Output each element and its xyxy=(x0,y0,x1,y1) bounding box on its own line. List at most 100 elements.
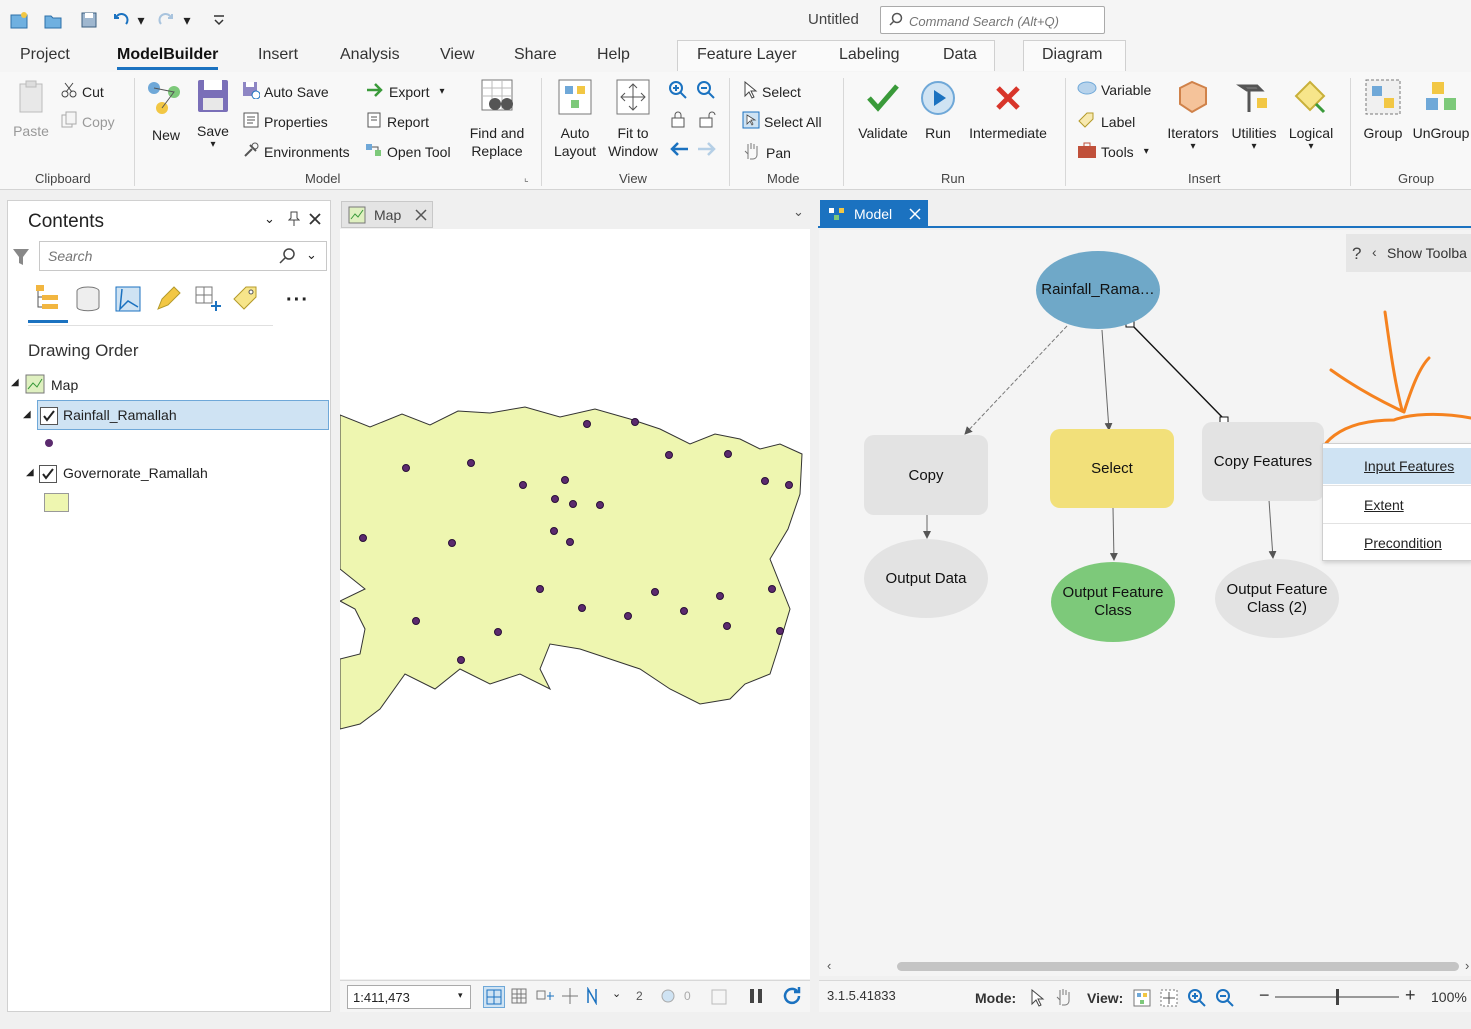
undo-icon[interactable] xyxy=(110,9,132,31)
model-tab[interactable]: Model xyxy=(820,200,928,228)
run-button[interactable]: Run xyxy=(916,80,960,142)
tab-insert[interactable]: Insert xyxy=(258,46,298,64)
labeling-tag-icon[interactable] xyxy=(232,285,260,316)
map-label[interactable]: Map xyxy=(51,377,78,393)
map-tab[interactable]: Map xyxy=(341,201,433,228)
model-canvas[interactable]: ? ‹ Show Toolba Rainfall_Rama… Copy Sele… xyxy=(819,230,1471,958)
tab-project[interactable]: Project xyxy=(20,46,70,64)
logical-dropdown-icon[interactable]: ▾ xyxy=(1284,142,1338,152)
tools-dropdown-icon[interactable]: ▾ xyxy=(1144,146,1149,157)
select-all-button[interactable]: Select All xyxy=(742,111,822,132)
input-variable-node[interactable]: Rainfall_Rama… xyxy=(1036,251,1160,329)
ungroup-button[interactable]: UnGroup xyxy=(1410,78,1471,142)
logical-button[interactable]: Logical ▾ xyxy=(1284,78,1338,152)
contents-search[interactable]: ⌄ xyxy=(39,241,327,271)
scroll-right-icon[interactable]: › xyxy=(1465,958,1469,973)
close-icon[interactable] xyxy=(308,212,322,229)
search-dropdown-icon[interactable]: ⌄ xyxy=(306,247,317,263)
export-button[interactable]: Export ▾ xyxy=(365,81,445,102)
open-tool-button[interactable]: Open Tool xyxy=(365,141,451,162)
save-model-button[interactable]: Save ▾ xyxy=(195,78,231,150)
tools-button[interactable]: Tools ▾ xyxy=(1077,141,1149,162)
pane-options-dropdown-icon[interactable]: ⌄ xyxy=(264,211,275,227)
north-arrow-icon[interactable] xyxy=(584,986,604,1008)
select-mode-icon[interactable] xyxy=(1029,988,1045,1010)
properties-button[interactable]: Properties xyxy=(242,111,328,132)
back-arrow-icon[interactable] xyxy=(668,140,690,161)
utilities-dropdown-icon[interactable]: ▾ xyxy=(1226,142,1282,152)
copy-button[interactable]: Copy xyxy=(60,111,115,132)
zoom-in-icon[interactable] xyxy=(668,80,688,103)
data-source-icon[interactable] xyxy=(74,285,102,316)
forward-arrow-icon[interactable] xyxy=(696,140,718,161)
scale-select[interactable]: 1:411,473 ▾ xyxy=(347,985,471,1009)
open-project-icon[interactable] xyxy=(42,9,64,31)
tab-labeling[interactable]: Labeling xyxy=(839,46,900,64)
validate-button[interactable]: Validate xyxy=(853,80,913,142)
pin-icon[interactable] xyxy=(287,211,301,230)
output-feature-class-2-node[interactable]: Output Feature Class (2) xyxy=(1215,559,1339,638)
polygon-symbol[interactable] xyxy=(44,493,69,512)
output-feature-class-node[interactable]: Output Feature Class xyxy=(1051,562,1175,642)
refresh-icon[interactable] xyxy=(781,985,803,1010)
editing-pencil-icon[interactable] xyxy=(154,285,182,316)
select-mode-button[interactable]: Select xyxy=(742,80,801,102)
tab-view[interactable]: View xyxy=(440,46,474,64)
group-button[interactable]: Group xyxy=(1360,78,1406,142)
tab-feature-layer[interactable]: Feature Layer xyxy=(697,46,797,64)
new-project-icon[interactable] xyxy=(8,9,30,31)
copy-tool-node[interactable]: Copy xyxy=(864,435,988,515)
new-model-button[interactable]: New xyxy=(145,78,187,144)
layer-name[interactable]: Governorate_Ramallah xyxy=(63,465,208,481)
layer-visibility-checkbox[interactable] xyxy=(40,407,58,425)
select-tool-node[interactable]: Select xyxy=(1050,429,1174,508)
grid-view-icon[interactable] xyxy=(483,986,505,1008)
utilities-button[interactable]: Utilities ▾ xyxy=(1226,78,1282,152)
close-icon[interactable] xyxy=(909,207,921,223)
customize-toolbar-icon[interactable] xyxy=(208,9,230,31)
menu-item-precondition[interactable]: Precondition xyxy=(1323,525,1471,561)
dialog-launcher-icon[interactable]: ⌞ xyxy=(524,173,529,184)
paste-button[interactable]: Paste xyxy=(10,80,52,140)
rotation-dropdown-icon[interactable]: ⌄ xyxy=(612,987,621,1000)
fit-to-window-icon[interactable] xyxy=(1159,988,1179,1011)
iterators-dropdown-icon[interactable]: ▾ xyxy=(1163,142,1223,152)
map-canvas[interactable] xyxy=(340,229,810,979)
tab-analysis[interactable]: Analysis xyxy=(340,46,400,64)
scroll-left-icon[interactable]: ‹ xyxy=(827,958,831,973)
save-project-icon[interactable] xyxy=(78,9,100,31)
selection-icon[interactable] xyxy=(114,285,142,316)
tab-modelbuilder[interactable]: ModelBuilder xyxy=(117,46,219,70)
collapse-layer-icon[interactable]: ◢ xyxy=(23,409,31,420)
zoom-in-icon[interactable] xyxy=(1187,988,1207,1011)
scrollbar-thumb[interactable] xyxy=(897,962,1459,971)
snapping-icon[interactable] xyxy=(192,283,222,316)
command-search[interactable] xyxy=(880,6,1105,34)
filter-icon[interactable] xyxy=(12,247,30,270)
point-symbol[interactable] xyxy=(45,439,53,447)
table-grid-icon[interactable] xyxy=(510,987,528,1008)
tab-data[interactable]: Data xyxy=(943,46,977,64)
label-button[interactable]: Label xyxy=(1077,111,1135,132)
zoom-increase-icon[interactable]: + xyxy=(1405,985,1416,1006)
unlock-icon[interactable] xyxy=(698,110,716,131)
collapse-map-icon[interactable]: ◢ xyxy=(11,377,19,388)
refresh-off-icon[interactable] xyxy=(710,988,728,1009)
menu-item-input-features[interactable]: Input Features xyxy=(1323,448,1471,484)
variable-button[interactable]: Variable xyxy=(1077,81,1151,98)
tab-share[interactable]: Share xyxy=(514,46,557,64)
pan-mode-icon[interactable] xyxy=(1054,987,1074,1010)
close-icon[interactable] xyxy=(415,208,427,224)
horizontal-scrollbar[interactable]: ‹ › xyxy=(819,958,1471,976)
lock-icon[interactable] xyxy=(670,110,686,131)
export-dropdown-icon[interactable]: ▾ xyxy=(439,86,444,97)
redo-dropdown-icon[interactable]: ▾ xyxy=(180,9,194,31)
contents-search-input[interactable] xyxy=(46,247,266,265)
crosshair-icon[interactable] xyxy=(560,987,580,1008)
redo-icon[interactable] xyxy=(155,9,177,31)
auto-layout-button[interactable]: Auto Layout xyxy=(550,78,600,160)
tabs-dropdown-icon[interactable]: ⌄ xyxy=(793,204,804,220)
zoom-slider-thumb[interactable] xyxy=(1336,989,1339,1005)
iterators-button[interactable]: Iterators ▾ xyxy=(1163,78,1223,152)
copy-features-tool-node[interactable]: Copy Features xyxy=(1202,422,1324,501)
